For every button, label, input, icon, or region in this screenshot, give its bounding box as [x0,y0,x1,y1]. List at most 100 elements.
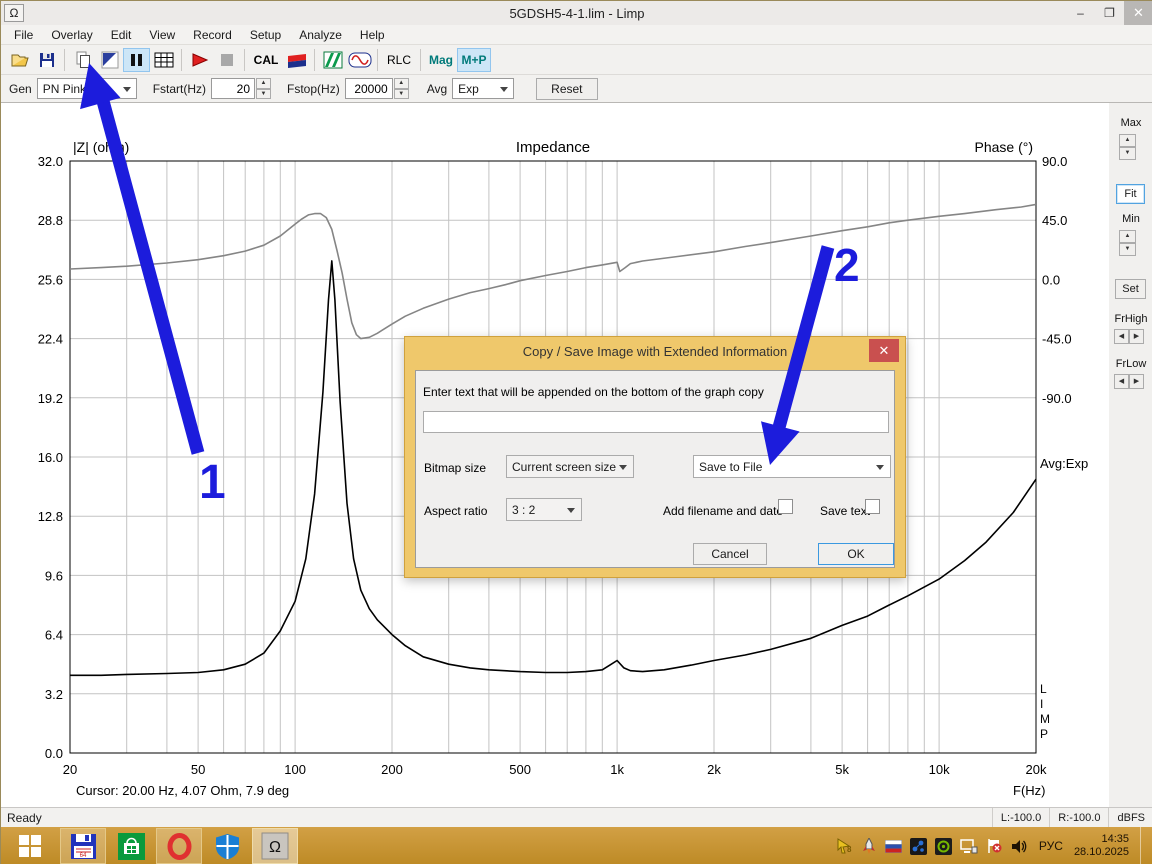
generator-flag-button[interactable] [283,48,310,72]
start-button[interactable] [1,827,59,864]
fstop-stepper[interactable]: ▲ ▼ [393,78,409,99]
x-tick: 2k [707,762,721,777]
left-arrow-icon[interactable]: ◀ [1114,374,1129,389]
minimize-button[interactable]: – [1066,1,1095,25]
fstart-stepper[interactable]: ▲ ▼ [256,78,272,99]
y-right-tick: -90.0 [1042,391,1072,406]
menu-item-edit[interactable]: Edit [102,26,141,44]
bitmap-size-select[interactable]: Current screen size [506,455,634,478]
menu-item-view[interactable]: View [140,26,184,44]
rocket-icon[interactable] [860,837,878,855]
reset-button[interactable]: Reset [536,77,598,100]
magnitude-button[interactable]: Mag [425,48,457,72]
down-arrow-icon[interactable]: ▼ [1119,243,1136,256]
fstart-input[interactable] [211,78,256,99]
up-arrow-icon[interactable]: ▲ [256,78,272,89]
watermark-letter: P [1040,727,1048,741]
defender-icon [215,833,239,859]
frlow-stepper[interactable]: ◀ ▶ [1114,374,1144,389]
y-left-tick: 19.2 [38,391,63,406]
taskbar: 64 Ω 8 РУС 14:35 28.10.2025 [1,827,1152,864]
cancel-button[interactable]: Cancel [693,543,767,565]
left-level: L:-100.0 [991,808,1049,827]
copy-image-button[interactable] [69,48,96,72]
pause-button[interactable] [123,47,150,72]
action-center-flag-icon[interactable] [985,837,1003,855]
generator-type-select[interactable]: PN Pink [36,78,137,99]
min-stepper[interactable]: ▲ ▼ [1119,230,1136,256]
menubar: File Overlay Edit View Record Setup Analyze Hel… [1,25,1152,45]
save-text-checkbox[interactable] [865,499,880,514]
molecule-icon[interactable] [910,837,928,855]
left-arrow-icon[interactable]: ◀ [1114,329,1129,344]
nvidia-icon[interactable] [935,837,953,855]
x-tick: 200 [381,762,403,777]
taskbar-store[interactable] [108,828,154,864]
right-arrow-icon[interactable]: ▶ [1129,329,1144,344]
set-button[interactable]: Set [1115,279,1146,299]
aspect-ratio-select[interactable]: 3 : 2 [506,498,582,521]
chevron-down-icon [567,508,575,513]
ok-button[interactable]: OK [818,543,894,565]
taskbar-defender[interactable] [204,828,250,864]
menu-item-record[interactable]: Record [184,26,241,44]
add-filename-checkbox[interactable] [778,499,793,514]
pen-overlay-button[interactable] [96,48,123,72]
menu-item-analyze[interactable]: Analyze [290,26,351,44]
calibrate-button[interactable]: CAL [249,48,283,72]
up-arrow-icon[interactable]: ▲ [393,78,409,89]
menu-item-overlay[interactable]: Overlay [42,26,101,44]
x-tick: 10k [929,762,950,777]
aspect-ratio-value: 3 : 2 [512,502,536,517]
signal-generator-button[interactable] [346,48,373,72]
menu-item-help[interactable]: Help [351,26,394,44]
windows-logo-icon [19,835,41,857]
right-arrow-icon[interactable]: ▶ [1129,374,1144,389]
save-mode-select[interactable]: Save to File [693,455,891,478]
taskbar-limp[interactable]: Ω [252,828,298,864]
y-left-tick: 0.0 [45,746,63,761]
averaging-select[interactable]: Exp [452,78,515,99]
pointer-8-icon[interactable]: 8 [835,837,853,855]
fit-button[interactable]: Fit [1116,184,1145,204]
save-text-label: Save text [820,504,871,518]
show-desktop-button[interactable] [1140,827,1145,864]
speaker-icon[interactable] [1010,837,1028,855]
taskbar-opera[interactable] [156,828,202,864]
avg-note: Avg:Exp [1040,456,1088,471]
system-tray: 8 РУС 14:35 28.10.2025 [835,827,1152,864]
y-right-tick: 45.0 [1042,213,1067,228]
down-arrow-icon[interactable]: ▼ [393,88,409,99]
open-button[interactable] [6,48,33,72]
save-button[interactable] [33,48,60,72]
down-arrow-icon[interactable]: ▼ [256,88,272,99]
ru-flag-icon[interactable] [885,837,903,855]
table-button[interactable] [150,48,177,72]
stop-button[interactable] [213,48,240,72]
menu-item-setup[interactable]: Setup [241,26,290,44]
x-tick: 20 [63,762,77,777]
network-icon[interactable] [960,837,978,855]
language-indicator[interactable]: РУС [1039,839,1063,853]
y-right-tick: 90.0 [1042,154,1067,169]
mag-phase-button[interactable]: M+P [457,47,491,72]
rlc-button[interactable]: RLC [382,48,416,72]
up-arrow-icon[interactable]: ▲ [1119,134,1136,147]
close-button[interactable]: ✕ [1124,1,1152,25]
spectrum-button[interactable] [319,48,346,72]
taskbar-floppy-backup[interactable]: 64 [60,828,106,864]
clock[interactable]: 14:35 28.10.2025 [1074,833,1129,859]
x-tick: 50 [191,762,205,777]
restore-button[interactable]: ❐ [1095,1,1124,25]
frhigh-stepper[interactable]: ◀ ▶ [1114,329,1144,344]
fstop-input[interactable] [344,78,393,99]
menu-item-file[interactable]: File [5,26,42,44]
dialog-close-button[interactable]: ✕ [869,339,899,362]
y-left-tick: 12.8 [38,509,63,524]
record-button[interactable] [186,48,213,72]
annotation-text-input[interactable] [423,411,889,433]
max-stepper[interactable]: ▲ ▼ [1119,134,1136,160]
x-axis-title: F(Hz) [1013,783,1046,798]
down-arrow-icon[interactable]: ▼ [1119,147,1136,160]
up-arrow-icon[interactable]: ▲ [1119,230,1136,243]
